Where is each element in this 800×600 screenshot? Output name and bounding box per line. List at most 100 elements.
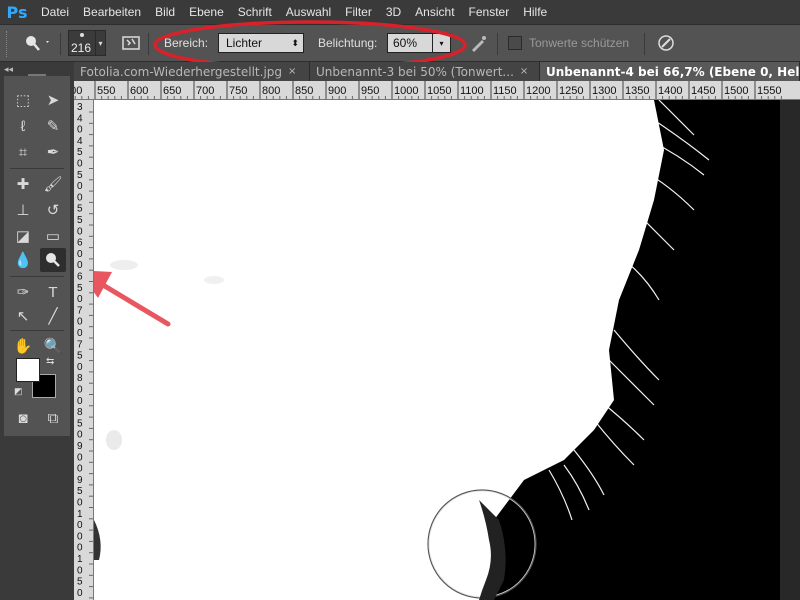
eyedropper-tool-icon[interactable]: ✒	[40, 140, 66, 164]
dodge-tool-icon	[26, 36, 49, 51]
protect-tones-checkbox-group[interactable]: Tonwerte schützen	[508, 32, 629, 54]
ruler-tick-label: 5	[77, 418, 83, 429]
ruler-tick-label: 600	[130, 85, 148, 97]
toolbox: ⬚ ➤ ℓ ✎ ⌗ ✒ ✚ 🖌 ⊥ ↺ ◪ ▭ 💧 ✑ T ↖ ╱ ✋ 🔍 ⇆ …	[4, 74, 70, 436]
ruler-tick-label: 0	[77, 181, 83, 192]
gradient-tool-icon[interactable]: ▭	[40, 224, 66, 248]
tool-preset-picker[interactable]	[22, 32, 52, 54]
pressure-pen-icon	[658, 35, 674, 51]
ruler-tick-label: 950	[361, 85, 379, 97]
canvas-image	[94, 100, 780, 600]
ruler-tick-label: 6	[77, 272, 83, 283]
brush-tool-icon[interactable]: 🖌	[40, 172, 66, 196]
brush-panel-button[interactable]	[122, 32, 140, 54]
separator	[10, 168, 64, 169]
ruler-tick-label: 0	[77, 452, 83, 463]
tab-label: Unbenannt-3 bei 50% (Tonwert...	[316, 64, 514, 79]
brush-size-preview[interactable]: 216	[68, 30, 96, 56]
separator	[497, 33, 498, 55]
red-arrow-annotation	[94, 270, 171, 327]
ruler-tick-label: 5	[77, 486, 83, 497]
tab-label: Unbenannt-4 bei 66,7% (Ebene 0, Hellig	[546, 64, 800, 79]
tab-unbenannt-4[interactable]: Unbenannt-4 bei 66,7% (Ebene 0, Hellig ×	[540, 62, 800, 81]
ruler-tick-label: 7	[77, 305, 83, 316]
collapse-arrows-icon[interactable]: ◂◂	[4, 64, 13, 75]
separator	[60, 33, 61, 55]
line-tool-icon[interactable]: ╱	[40, 304, 66, 328]
vertical-ruler-ticks: 3404505005506006507007508008509009501000…	[77, 102, 93, 599]
separator	[10, 330, 64, 331]
ruler-tick-label: 0	[77, 531, 83, 542]
quick-mask-icon[interactable]: ◙	[10, 406, 36, 430]
zoom-tool-icon[interactable]: 🔍	[40, 334, 66, 358]
close-icon[interactable]: ×	[520, 66, 528, 77]
close-icon[interactable]: ×	[288, 66, 296, 77]
chevron-down-icon[interactable]: ▾	[96, 30, 106, 56]
clone-stamp-tool-icon[interactable]: ⊥	[10, 198, 36, 222]
lasso-tool-icon[interactable]: ℓ	[10, 114, 36, 138]
ruler-tick-label: 8	[77, 373, 83, 384]
eraser-tool-icon[interactable]: ◪	[10, 224, 36, 248]
ruler-tick-label: 1	[77, 509, 83, 520]
blur-tool-icon[interactable]: 💧	[10, 248, 36, 272]
airbrush-icon	[472, 36, 486, 52]
document-tabs: Fotolia.com-Wiederhergestellt.jpg × Unbe…	[74, 62, 800, 81]
ruler-tick-label: 0	[77, 294, 83, 305]
protect-tones-checkbox[interactable]	[508, 36, 522, 50]
ruler-tick-label: 0	[77, 464, 83, 475]
ruler-tick-label: 900	[328, 85, 346, 97]
ruler-tick-label: 3	[77, 102, 83, 113]
toolbox-grip[interactable]	[28, 74, 46, 76]
airbrush-button[interactable]	[469, 32, 489, 54]
menu-bearbeiten[interactable]: Bearbeiten	[76, 0, 148, 24]
default-colors-icon[interactable]: ◩	[14, 386, 23, 397]
menu-hilfe[interactable]: Hilfe	[516, 0, 554, 24]
ruler-tick-label: 0	[77, 328, 83, 339]
move-tool-icon[interactable]: ➤	[40, 88, 66, 112]
dodge-tool-icon[interactable]	[40, 248, 66, 272]
type-tool-icon[interactable]: T	[40, 280, 66, 304]
ruler-tick-label: 5	[77, 215, 83, 226]
history-brush-tool-icon[interactable]: ↺	[40, 198, 66, 222]
document-canvas[interactable]	[94, 100, 780, 600]
pressure-size-button[interactable]	[656, 32, 676, 54]
ruler-tick-label: 0	[77, 317, 83, 328]
ruler-tick-label: 0	[77, 543, 83, 554]
quick-selection-tool-icon[interactable]: ✎	[40, 114, 66, 138]
ruler-tick-label: 6	[77, 238, 83, 249]
ruler-tick-label: 1400	[658, 85, 682, 97]
foreground-color-swatch[interactable]	[16, 358, 40, 382]
ruler-tick-label: 9	[77, 475, 83, 486]
healing-brush-tool-icon[interactable]: ✚	[10, 172, 36, 196]
ruler-tick-label: 0	[77, 396, 83, 407]
ruler-tick-label: 1450	[691, 85, 715, 97]
separator	[644, 33, 645, 55]
ruler-tick-label: 9	[77, 441, 83, 452]
swap-colors-icon[interactable]: ⇆	[46, 356, 54, 367]
protect-tones-label: Tonwerte schützen	[529, 36, 630, 50]
hand-tool-icon[interactable]: ✋	[10, 334, 36, 358]
vertical-ruler: 3404505005506006507007508008509009501000…	[74, 100, 94, 600]
ruler-tick-label: 1000	[394, 85, 418, 97]
tab-label: Fotolia.com-Wiederhergestellt.jpg	[80, 64, 283, 79]
ruler-tick-label: 5	[77, 283, 83, 294]
separator	[148, 33, 149, 55]
menu-datei[interactable]: Datei	[34, 0, 76, 24]
brush-size-picker[interactable]: 216 ▾	[68, 30, 106, 56]
options-grip[interactable]	[6, 31, 10, 57]
ruler-tick-label: 7	[77, 339, 83, 350]
pen-tool-icon[interactable]: ✑	[10, 280, 36, 304]
brush-panel-icon	[122, 36, 140, 50]
crop-tool-icon[interactable]: ⌗	[10, 140, 36, 164]
ruler-tick-label: 0	[77, 565, 83, 576]
screen-mode-icon[interactable]: ⧉	[40, 406, 66, 430]
ruler-tick-label: 1	[77, 554, 83, 565]
ruler-tick-label: 5	[77, 204, 83, 215]
tab-fotolia[interactable]: Fotolia.com-Wiederhergestellt.jpg ×	[74, 62, 310, 81]
path-selection-tool-icon[interactable]: ↖	[10, 304, 36, 328]
tab-unbenannt-3[interactable]: Unbenannt-3 bei 50% (Tonwert... ×	[310, 62, 540, 81]
ruler-tick-label: 5	[77, 351, 83, 362]
marquee-tool-icon[interactable]: ⬚	[10, 88, 36, 112]
ruler-tick-label: 0	[77, 226, 83, 237]
photoshop-logo[interactable]: Ps	[0, 0, 34, 24]
